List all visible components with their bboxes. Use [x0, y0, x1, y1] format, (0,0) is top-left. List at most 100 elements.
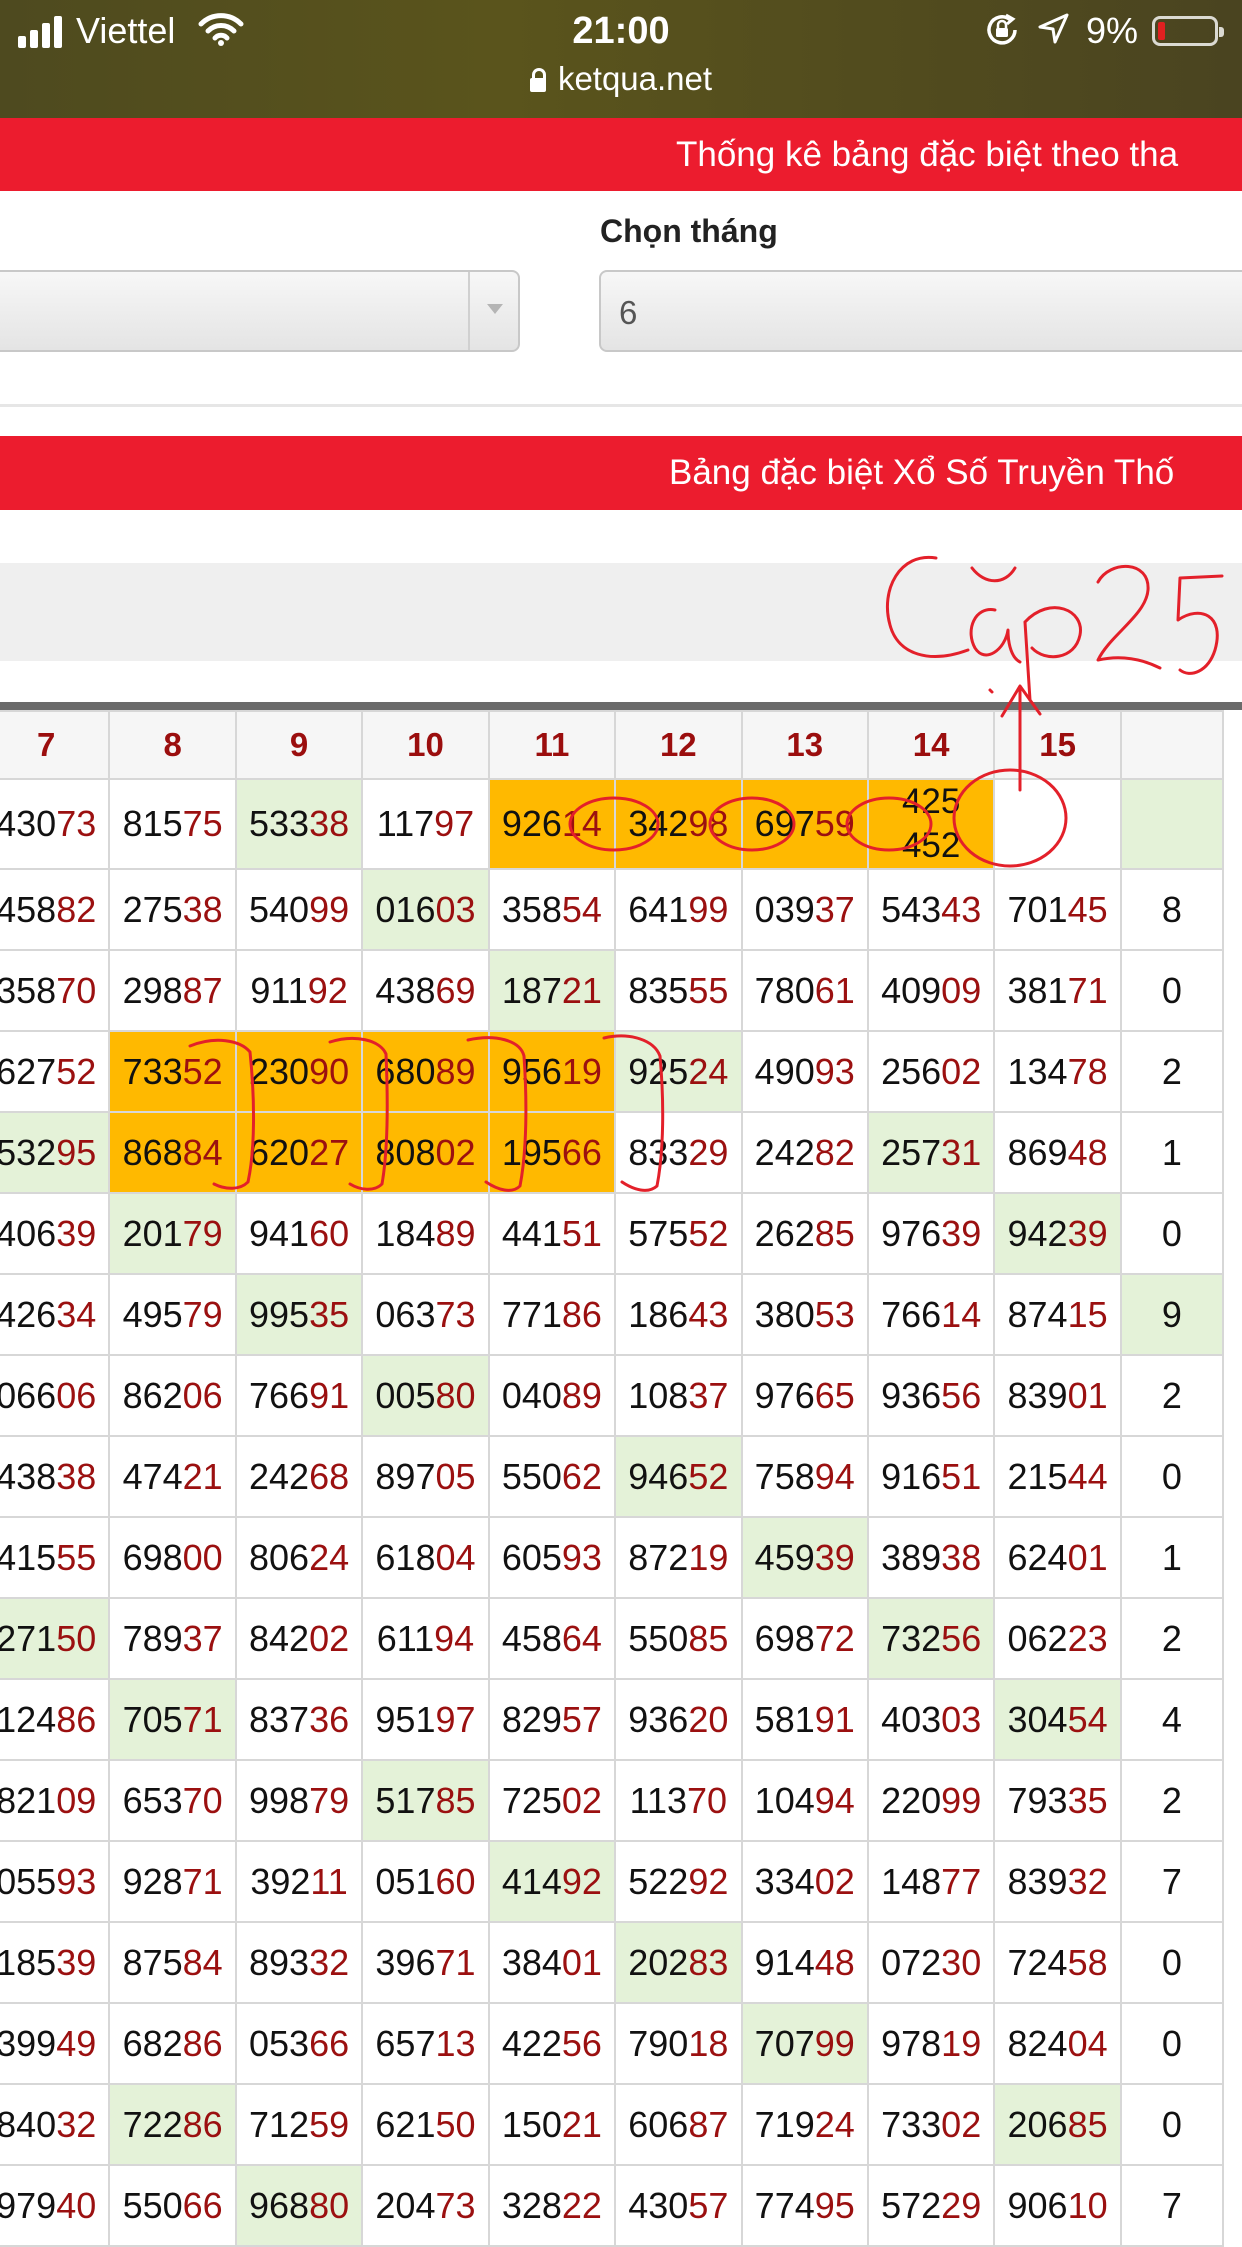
result-cell: 75894 [740, 1435, 869, 1518]
result-cell: 05366 [234, 2002, 364, 2085]
result-cell: 54099 [234, 868, 364, 951]
result-cell: 9 [1119, 1273, 1225, 1356]
result-cell: 18539 [0, 1921, 111, 2004]
result-cell: 2 [1119, 1759, 1225, 1842]
result-cell: 82404 [993, 2002, 1122, 2085]
result-cell: 76691 [234, 1354, 364, 1437]
result-cell [993, 778, 1122, 870]
result-cell: 69800 [108, 1516, 237, 1599]
result-cell: 20473 [361, 2164, 490, 2247]
result-cell: 12486 [0, 1678, 111, 1761]
result-cell: 91192 [234, 949, 364, 1032]
table-banner: Bảng đặc biệt Xổ Số Truyền Thố [0, 436, 1242, 510]
result-cell: 47421 [108, 1435, 237, 1518]
table-banner-title: Bảng đặc biệt Xổ Số Truyền Thố [669, 453, 1175, 492]
month-select-value: 6 [619, 294, 638, 331]
result-cell: 86206 [108, 1354, 237, 1437]
result-cell: 90610 [993, 2164, 1122, 2247]
stats-banner: Thống kê bảng đặc biệt theo tha [0, 118, 1242, 191]
result-cell: 20283 [614, 1921, 743, 2004]
result-cell: 35854 [487, 868, 617, 951]
month-select-label: Chọn tháng [600, 213, 778, 249]
table-top-border [0, 702, 1242, 710]
result-cell: 2 [1119, 1354, 1225, 1437]
result-cell: 07230 [866, 1921, 996, 2004]
table-row: 82109 65370 99879 51785 72502 11370 10494 22099… [0, 1759, 1225, 1842]
result-cell: 43057 [614, 2164, 743, 2247]
status-bar: Viettel 21:00 9% ketqua.net [0, 0, 1242, 118]
table-row: 27150 78937 84202 61194 45864 55085 69872 73256… [0, 1597, 1225, 1680]
table-row: 45882 27538 54099 01603 35854 64199 03937 54343… [0, 868, 1225, 951]
result-cell: 45939 [740, 1516, 869, 1599]
result-cell: 15021 [487, 2083, 617, 2166]
result-cell: 60687 [614, 2083, 743, 2166]
result-cell: 70571 [108, 1678, 237, 1761]
result-cell: 06223 [993, 1597, 1122, 1680]
result-cell: 21544 [993, 1435, 1122, 1518]
result-cell: 40909 [866, 949, 996, 1032]
result-cell: 18643 [614, 1273, 743, 1356]
table-row: 05593 92871 39211 05160 41492 52292 33402 14877… [0, 1840, 1225, 1923]
result-cell: 49579 [108, 1273, 237, 1356]
result-cell: 40639 [0, 1192, 111, 1275]
result-cell: 33402 [740, 1840, 869, 1923]
table-row: 41555 69800 80624 61804 60593 87219 45939 38938… [0, 1516, 1225, 1599]
column-header: 8 [108, 710, 237, 780]
result-cell: 52292 [614, 1840, 743, 1923]
result-cell: 29887 [108, 949, 237, 1032]
result-cell: 1 [1119, 1111, 1225, 1194]
result-cell: 86948 [993, 1111, 1122, 1194]
month-select[interactable]: 6 [599, 270, 1242, 352]
result-cell: 79018 [614, 2002, 743, 2085]
result-cell: 24282 [740, 1111, 869, 1194]
result-cell: 30454 [993, 1678, 1122, 1761]
url-text: ketqua.net [557, 60, 713, 97]
result-cell: 65370 [108, 1759, 237, 1842]
address-bar[interactable]: ketqua.net [0, 60, 1242, 98]
table-row: 43073 81575 53338 11797 92614 34298 69759 425 45… [0, 778, 1225, 870]
result-cell [1119, 778, 1225, 870]
lock-icon [529, 68, 546, 92]
result-cell: 89332 [234, 1921, 364, 2004]
table-row: 62752 73352 23090 68089 95619 92524 49093 25602… [0, 1030, 1225, 1113]
result-cell: 69872 [740, 1597, 869, 1680]
result-cell: 42256 [487, 2002, 617, 2085]
result-cell: 39671 [361, 1921, 490, 2004]
result-cell: 87219 [614, 1516, 743, 1599]
result-cell: 23090 [234, 1030, 364, 1113]
result-cell: 53295 [0, 1111, 111, 1194]
result-cell: 73302 [866, 2083, 996, 2166]
result-cell: 71259 [234, 2083, 364, 2166]
result-cell: 57552 [614, 1192, 743, 1275]
result-cell: 97940 [0, 2164, 111, 2247]
result-cell: 96880 [234, 2164, 364, 2247]
result-cell: 24268 [234, 1435, 364, 1518]
result-cell: 84202 [234, 1597, 364, 1680]
result-cell: 87415 [993, 1273, 1122, 1356]
result-cell: 8 [1119, 868, 1225, 951]
column-header: 12 [614, 710, 743, 780]
result-cell: 06373 [361, 1273, 490, 1356]
result-cell: 06606 [0, 1354, 111, 1437]
result-cell: 68089 [361, 1030, 490, 1113]
table-row: 40639 20179 94160 18489 44151 57552 26285 97639… [0, 1192, 1225, 1275]
result-cell: 11370 [614, 1759, 743, 1842]
result-cell: 19566 [487, 1111, 617, 1194]
location-arrow-icon [1038, 13, 1069, 44]
result-cell: 11797 [361, 778, 490, 870]
result-cell: 68286 [108, 2002, 237, 2085]
result-cell: 80624 [234, 1516, 364, 1599]
result-cell: 72502 [487, 1759, 617, 1842]
result-cell: 18489 [361, 1192, 490, 1275]
result-cell: 20179 [108, 1192, 237, 1275]
result-cell: 41492 [487, 1840, 617, 1923]
result-cell: 425 452 [866, 778, 996, 870]
result-cell: 77495 [740, 2164, 869, 2247]
result-cell: 82109 [0, 1759, 111, 1842]
year-select[interactable] [0, 270, 520, 352]
result-cell: 72458 [993, 1921, 1122, 2004]
result-cell: 40303 [866, 1678, 996, 1761]
result-cell: 91448 [740, 1921, 869, 2004]
table-row: 18539 87584 89332 39671 38401 20283 91448 07230… [0, 1921, 1225, 2004]
result-cell: 92524 [614, 1030, 743, 1113]
